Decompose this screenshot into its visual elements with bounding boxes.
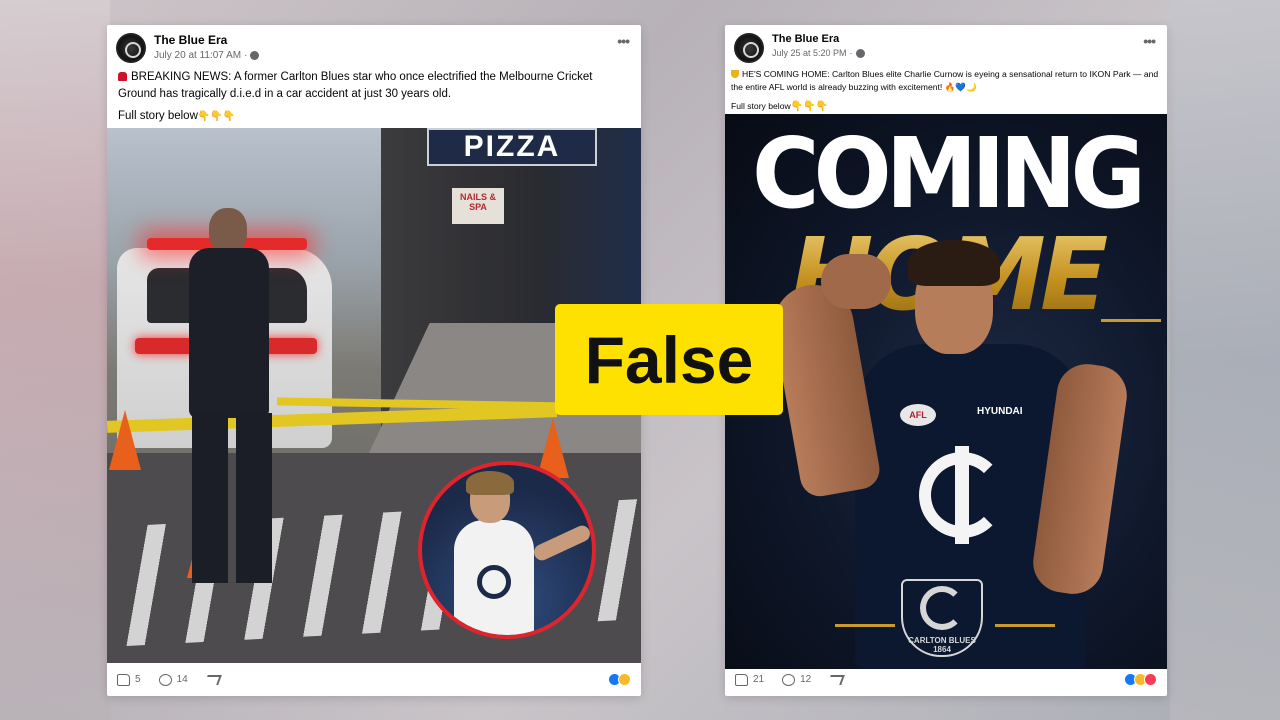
post-cta: Full story below: [118, 109, 198, 122]
post-body: HE'S COMING HOME: Carlton Blues elite Ch…: [731, 69, 1159, 93]
fact-check-verdict-badge: False: [555, 304, 783, 415]
comment-button[interactable]: 12: [782, 673, 812, 686]
post-body: BREAKING NEWS: A former Carlton Blues st…: [118, 71, 593, 101]
post-meta: July 20 at 11:07 AM ·: [154, 50, 260, 61]
like-button[interactable]: 5: [117, 673, 141, 686]
club-name-text: CARLTON BLUES: [908, 636, 976, 645]
post-text: HE'S COMING HOME: Carlton Blues elite Ch…: [725, 63, 1167, 114]
share-icon: [203, 674, 222, 685]
background-blur-right: [1170, 0, 1280, 720]
reaction-summary[interactable]: [1124, 673, 1157, 686]
more-options-icon[interactable]: •••: [1143, 33, 1156, 49]
post-header: The Blue Era July 20 at 11:07 AM · •••: [107, 25, 641, 63]
post-author-block: The Blue Era July 25 at 5:20 PM ·: [772, 33, 865, 58]
post-image-coming-home[interactable]: COMING HOME AFL HYUNDAI CARLTON BLUES 18…: [725, 114, 1167, 669]
share-icon: [827, 674, 846, 685]
traffic-cone: [109, 410, 141, 470]
share-button[interactable]: [827, 674, 846, 685]
love-reaction-icon: [1144, 673, 1157, 686]
headline-coming: COMING: [751, 116, 1146, 231]
nails-spa-sign: NAILS & SPA: [452, 188, 504, 224]
comment-icon: [782, 673, 796, 686]
reaction-summary[interactable]: [608, 673, 631, 686]
siren-icon: [118, 72, 127, 81]
post-actions: 21 12: [725, 663, 1167, 696]
comment-button[interactable]: 14: [158, 673, 188, 686]
comment-icon: [158, 673, 172, 686]
post-author-block: The Blue Era July 20 at 11:07 AM ·: [154, 33, 260, 61]
pointing-down-emoji: 👇👇👇: [197, 110, 236, 122]
thumbs-up-icon: [117, 673, 130, 686]
post-timestamp[interactable]: July 25 at 5:20 PM: [772, 48, 847, 58]
pointing-down-emoji: 👇👇👇: [790, 100, 829, 112]
like-count: 21: [753, 674, 765, 685]
wow-reaction-icon: [618, 673, 631, 686]
page-name[interactable]: The Blue Era: [154, 33, 259, 47]
background-blur-left: [0, 0, 110, 720]
page-avatar[interactable]: [734, 33, 764, 63]
post-actions: 5 14: [107, 663, 641, 696]
afl-badge: AFL: [900, 404, 936, 426]
like-button[interactable]: 21: [735, 673, 765, 686]
comment-count: 14: [176, 674, 188, 685]
globe-icon: [250, 51, 260, 60]
player-inset-photo: [418, 461, 596, 639]
comment-count: 12: [800, 674, 812, 685]
thumbs-up-icon: [735, 673, 748, 686]
jersey-sponsor: HYUNDAI: [977, 406, 1023, 417]
pizza-sign: PIZZA: [427, 128, 597, 166]
page-avatar[interactable]: [116, 33, 146, 63]
facebook-post-coming-home: The Blue Era July 25 at 5:20 PM · ••• HE…: [725, 25, 1167, 696]
like-count: 5: [135, 674, 141, 685]
share-button[interactable]: [203, 674, 222, 685]
post-text: BREAKING NEWS: A former Carlton Blues st…: [107, 63, 641, 125]
trophy-icon: [731, 70, 739, 78]
post-header: The Blue Era July 25 at 5:20 PM · •••: [725, 25, 1167, 63]
club-year-text: 1864: [933, 645, 951, 654]
post-meta: July 25 at 5:20 PM ·: [772, 48, 865, 58]
globe-icon: [855, 48, 865, 58]
police-officer: [177, 208, 287, 598]
more-options-icon[interactable]: •••: [617, 33, 630, 49]
club-name: CARLTON BLUES 1864: [901, 636, 983, 654]
post-timestamp[interactable]: July 20 at 11:07 AM: [154, 50, 241, 61]
page-name[interactable]: The Blue Era: [772, 33, 865, 45]
post-cta: Full story below: [731, 100, 791, 111]
